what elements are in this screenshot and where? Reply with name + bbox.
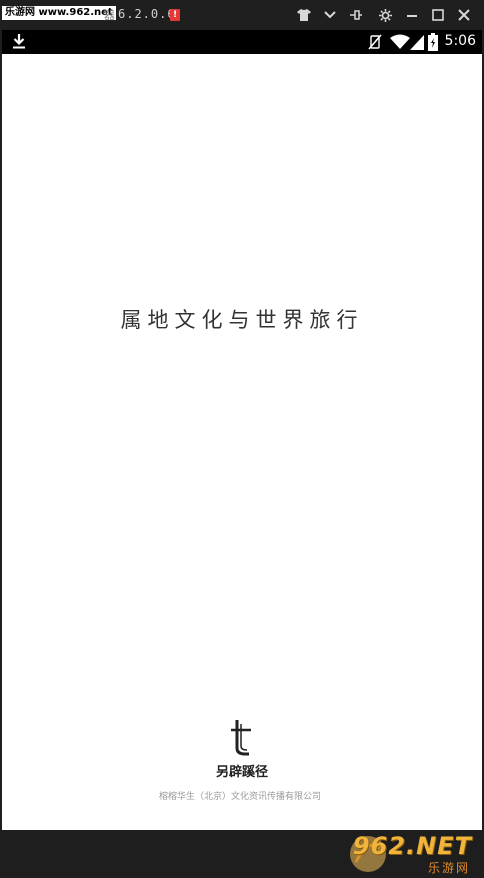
brand-name: 另辟蹊径 [215,765,268,780]
minimize-icon[interactable] [403,6,421,24]
emulator-titlebar: 乐游网 www.962.net 器 6.2.0.6 ! [0,0,484,30]
app-version: 6.2.0.6 [118,7,176,21]
vibrate-off-icon [368,34,382,54]
splash-tagline: 属地文化与世界旅行 [120,308,364,332]
company-name: 榕榕华生（北京）文化资讯传播有限公司 [158,792,321,802]
app-name: 器 [104,9,115,22]
site-watermark-badge: 乐游网 www.962.net [2,6,116,20]
wifi-icon [390,34,410,54]
status-clock: 5:06 [444,33,476,49]
gear-icon[interactable] [376,6,394,24]
brand-logo-icon [227,718,255,758]
battery-icon [428,33,438,55]
watermark-site-name: 乐游网 [427,861,470,875]
maximize-icon[interactable] [429,6,447,24]
download-icon [12,33,26,53]
pin-icon[interactable] [347,6,365,24]
signal-icon [410,34,424,54]
shirt-icon[interactable] [295,6,313,24]
site-watermark: 962.NET 乐游网 [348,830,478,876]
status-bar: 5:06 [2,30,482,54]
splash-screen: 属地文化与世界旅行 另辟蹊径 榕榕华生（北京）文化资讯传播有限公司 962.NE… [2,54,482,875]
close-icon[interactable] [455,6,473,24]
chevron-down-icon[interactable] [321,6,339,24]
alert-badge[interactable]: ! [170,9,180,21]
watermark-domain: 962.NET [352,832,472,860]
